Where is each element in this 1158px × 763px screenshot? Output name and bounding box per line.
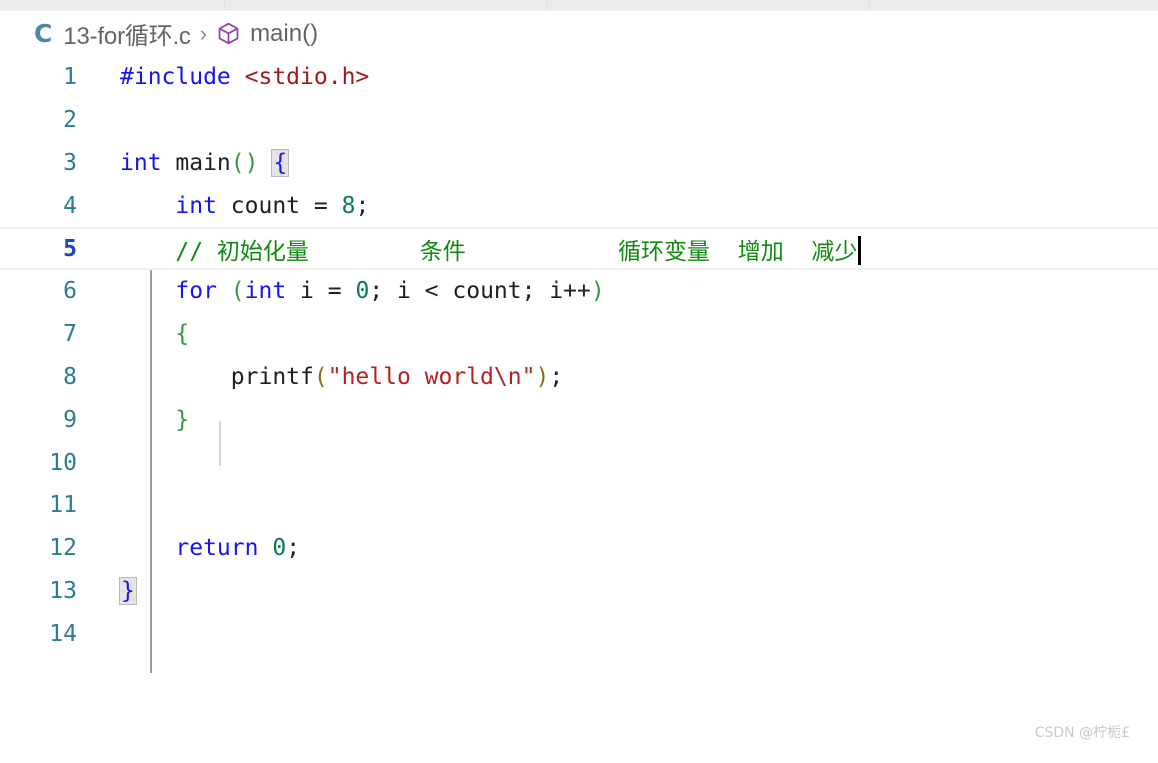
token-open-brace: { bbox=[175, 321, 190, 348]
c-file-icon: C bbox=[34, 19, 53, 48]
code-line-7[interactable]: 7 { bbox=[0, 313, 1158, 356]
code-line-12[interactable]: 12 return 0; bbox=[0, 527, 1158, 570]
tab-slot-4[interactable] bbox=[870, 0, 1158, 10]
token-for: for bbox=[175, 278, 217, 305]
token-identifier-count: count bbox=[216, 192, 314, 219]
breadcrumb-filename[interactable]: 13-for循环.c bbox=[63, 16, 191, 51]
line-number: 11 bbox=[49, 492, 77, 519]
code-line-13[interactable]: 13 } bbox=[0, 570, 1158, 613]
token-string-literal: "hello world\n" bbox=[327, 363, 536, 390]
code-line-8[interactable]: 8 printf("hello world\n"); bbox=[0, 356, 1158, 399]
code-line-4[interactable]: 4 int count = 8; bbox=[0, 184, 1158, 227]
token-open-brace-matched: { bbox=[271, 148, 290, 177]
line-number: 3 bbox=[63, 149, 77, 176]
token-header: <stdio.h> bbox=[244, 64, 370, 91]
editor-tab-strip bbox=[0, 0, 1158, 11]
tab-slot-2[interactable] bbox=[225, 0, 548, 10]
token-semicolon: ; bbox=[355, 192, 370, 219]
breadcrumb-separator-icon: › bbox=[199, 20, 208, 46]
code-line-2[interactable]: 2 bbox=[0, 99, 1158, 142]
line-number: 6 bbox=[63, 278, 77, 305]
line-content[interactable]: #include <stdio.h> bbox=[98, 64, 1158, 90]
line-number: 4 bbox=[63, 192, 77, 219]
line-content[interactable]: } bbox=[98, 407, 1158, 433]
token-assign: = bbox=[327, 278, 356, 305]
line-content[interactable]: // 初始化量 条件 循环变量 增加 减少 bbox=[98, 232, 1158, 266]
code-line-9[interactable]: 9 } bbox=[0, 398, 1158, 441]
line-number: 10 bbox=[49, 449, 77, 476]
token-close-brace-matched: } bbox=[119, 576, 137, 605]
token-int: int bbox=[175, 192, 217, 219]
symbol-method-cube-icon bbox=[216, 21, 241, 46]
line-number: 13 bbox=[49, 577, 77, 604]
line-content[interactable]: int count = 8; bbox=[98, 193, 1158, 219]
code-lines: 1 #include <stdio.h> 2 3 int main() { 4 … bbox=[0, 56, 1158, 655]
code-line-10[interactable]: 10 bbox=[0, 441, 1158, 484]
token-identifier-i: i bbox=[286, 278, 328, 305]
code-line-14[interactable]: 14 bbox=[0, 612, 1158, 655]
line-content[interactable]: for (int i = 0; i < count; i++) bbox=[98, 278, 1158, 304]
code-line-11[interactable]: 11 bbox=[0, 484, 1158, 527]
line-number: 1 bbox=[63, 64, 77, 91]
tab-slot-3[interactable] bbox=[548, 0, 870, 10]
line-number: 7 bbox=[63, 321, 77, 348]
line-content[interactable]: return 0; bbox=[98, 535, 1158, 561]
token-assign: = bbox=[313, 192, 342, 219]
line-content[interactable]: printf("hello world\n"); bbox=[98, 364, 1158, 390]
text-caret bbox=[858, 235, 862, 265]
code-line-5-active[interactable]: 5 // 初始化量 条件 循环变量 增加 减少 bbox=[0, 227, 1158, 270]
token-int: int bbox=[120, 149, 162, 176]
token-semicolon: ; bbox=[549, 363, 564, 390]
token-main: main bbox=[161, 149, 231, 176]
line-number: 8 bbox=[63, 363, 77, 390]
token-lparen: ( bbox=[216, 278, 245, 305]
code-editor[interactable]: 1 #include <stdio.h> 2 3 int main() { 4 … bbox=[0, 56, 1158, 763]
token-comment: // 初始化量 条件 循环变量 增加 减少 bbox=[175, 238, 858, 265]
csdn-watermark: CSDN @柠栀£ bbox=[1034, 725, 1130, 741]
breadcrumb: C 13-for循环.c › main() bbox=[0, 11, 1158, 56]
line-number: 14 bbox=[49, 620, 77, 647]
token-semicolon: ; bbox=[286, 535, 301, 562]
token-parens: () bbox=[230, 149, 259, 176]
token-number-0: 0 bbox=[355, 278, 370, 305]
token-loop-condition: ; i < count; i++ bbox=[369, 278, 591, 305]
line-number: 2 bbox=[63, 107, 77, 134]
line-content[interactable]: } bbox=[98, 576, 1158, 605]
token-rparen: ) bbox=[535, 363, 550, 390]
code-line-3[interactable]: 3 int main() { bbox=[0, 142, 1158, 185]
tab-slot-1[interactable] bbox=[0, 0, 225, 10]
token-close-brace: } bbox=[175, 406, 190, 433]
line-number: 9 bbox=[63, 406, 77, 433]
breadcrumb-symbol[interactable]: main() bbox=[250, 20, 318, 48]
token-int: int bbox=[244, 278, 287, 305]
token-include: #include bbox=[120, 64, 231, 91]
token-printf: printf bbox=[230, 363, 314, 390]
line-content[interactable]: { bbox=[98, 321, 1158, 347]
token-number-8: 8 bbox=[341, 192, 356, 219]
token-number-0: 0 bbox=[272, 535, 287, 562]
token-return: return bbox=[175, 535, 259, 562]
code-line-6[interactable]: 6 for (int i = 0; i < count; i++) bbox=[0, 270, 1158, 313]
line-content[interactable]: int main() { bbox=[98, 148, 1158, 177]
token-lparen: ( bbox=[313, 363, 328, 390]
code-line-1[interactable]: 1 #include <stdio.h> bbox=[0, 56, 1158, 99]
token-rparen: ) bbox=[590, 278, 605, 305]
line-number: 12 bbox=[49, 535, 77, 562]
line-number: 5 bbox=[63, 235, 77, 262]
